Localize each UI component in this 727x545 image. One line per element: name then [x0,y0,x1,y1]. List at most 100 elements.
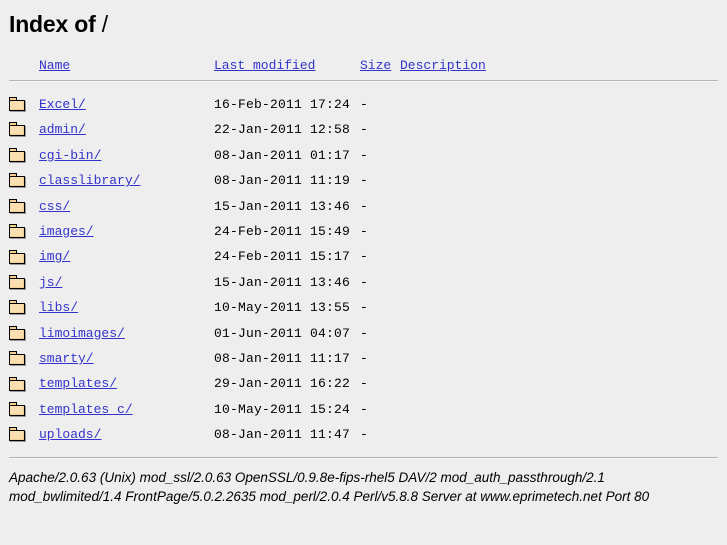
row-size-cell: - [360,249,368,265]
directory-link[interactable]: cgi-bin/ [39,148,101,163]
row-last-modified-cell: 08-Jan-2011 11:19 [214,173,351,189]
table-row: templates_c/10-May-2011 15:24- [9,397,718,422]
row-icon-cell [9,244,39,269]
row-last-modified-cell: 29-Jan-2011 16:22 [214,376,351,392]
directory-index-page: Index of / Name Last modified Size Descr… [0,0,727,545]
folder-icon [9,122,26,138]
table-row: img/24-Feb-2011 15:17- [9,244,718,269]
row-size-cell: - [360,401,368,417]
row-name-cell: css/ [39,194,214,219]
directory-link[interactable]: templates/ [39,376,117,391]
directory-link[interactable]: js/ [39,275,62,290]
row-description-cell [400,270,718,295]
table-header-row: Name Last modified Size Description [9,55,718,76]
header-last-modified: Last modified [214,55,360,76]
table-row: cgi-bin/08-Jan-2011 01:17- [9,143,718,168]
row-name-cell: smarty/ [39,346,214,371]
directory-link[interactable]: images/ [39,224,94,239]
row-description-cell [400,397,718,422]
row-icon-cell [9,117,39,142]
row-icon-cell [9,346,39,371]
row-icon-cell [9,397,39,422]
row-icon-cell [9,194,39,219]
folder-icon [9,427,26,443]
folder-icon [9,274,26,290]
row-description-cell [400,321,718,346]
page-title: Index of / [9,0,718,38]
row-description-cell [400,168,718,193]
row-last-modified-cell: 01-Jun-2011 04:07 [214,325,351,341]
folder-icon [9,173,26,189]
table-row: images/24-Feb-2011 15:49- [9,219,718,244]
row-icon-cell [9,168,39,193]
row-icon-cell [9,295,39,320]
header-name: Name [39,55,214,76]
row-size-cell: - [360,325,368,341]
row-name-cell: templates_c/ [39,397,214,422]
row-description-cell [400,371,718,396]
row-name-cell: uploads/ [39,422,214,447]
row-size-cell: - [360,147,368,163]
row-name-cell: admin/ [39,117,214,142]
row-last-modified-cell: 15-Jan-2011 13:46 [214,274,351,290]
directory-link[interactable]: templates_c/ [39,402,133,417]
folder-icon [9,376,26,392]
directory-link[interactable]: libs/ [39,300,78,315]
row-last-modified-cell: 22-Jan-2011 12:58 [214,122,351,138]
footer-divider [9,456,718,459]
row-description-cell [400,143,718,168]
row-size-cell: - [360,122,368,138]
row-size-cell: - [360,173,368,189]
folder-icon [9,325,26,341]
sort-by-size-link[interactable]: Size [360,58,391,73]
row-size-cell: - [360,427,368,443]
directory-link[interactable]: css/ [39,199,70,214]
row-size-cell: - [360,351,368,367]
row-icon-cell [9,219,39,244]
folder-icon [9,97,26,113]
header-size: Size [360,55,400,76]
row-description-cell [400,219,718,244]
row-name-cell: limoimages/ [39,321,214,346]
row-last-modified-cell: 15-Jan-2011 13:46 [214,198,351,214]
directory-link[interactable]: uploads/ [39,427,101,442]
row-last-modified-cell: 08-Jan-2011 11:17 [214,351,351,367]
header-separator-row [9,76,718,86]
directory-link[interactable]: Excel/ [39,97,86,112]
row-last-modified-cell: 10-May-2011 15:24 [214,401,351,417]
row-icon-cell [9,143,39,168]
folder-icon [9,300,26,316]
table-row: classlibrary/08-Jan-2011 11:19- [9,168,718,193]
sort-by-description-link[interactable]: Description [400,58,486,73]
table-head: Name Last modified Size Description [9,55,718,92]
directory-link[interactable]: img/ [39,249,70,264]
folder-icon [9,198,26,214]
row-name-cell: classlibrary/ [39,168,214,193]
row-name-cell: images/ [39,219,214,244]
row-description-cell [400,117,718,142]
row-description-cell [400,295,718,320]
row-icon-cell [9,371,39,396]
folder-icon [9,401,26,417]
folder-icon [9,224,26,240]
row-size-cell: - [360,376,368,392]
directory-link[interactable]: smarty/ [39,351,94,366]
directory-link[interactable]: classlibrary/ [39,173,140,188]
sort-by-name-link[interactable]: Name [39,58,70,73]
row-description-cell [400,92,718,117]
table-row: uploads/08-Jan-2011 11:47- [9,422,718,447]
row-name-cell: libs/ [39,295,214,320]
server-signature: Apache/2.0.63 (Unix) mod_ssl/2.0.63 Open… [9,469,650,504]
header-separator-cell [9,76,718,86]
row-last-modified-cell: 10-May-2011 13:55 [214,300,351,316]
directory-link[interactable]: limoimages/ [39,326,125,341]
directory-link[interactable]: admin/ [39,122,86,137]
table-row: css/15-Jan-2011 13:46- [9,194,718,219]
table-row: libs/10-May-2011 13:55- [9,295,718,320]
table-row: templates/29-Jan-2011 16:22- [9,371,718,396]
row-last-modified-cell: 08-Jan-2011 01:17 [214,147,351,163]
row-size-cell: - [360,198,368,214]
sort-by-last-modified-link[interactable]: Last modified [214,58,315,73]
row-size-cell: - [360,300,368,316]
table-row: Excel/16-Feb-2011 17:24- [9,92,718,117]
